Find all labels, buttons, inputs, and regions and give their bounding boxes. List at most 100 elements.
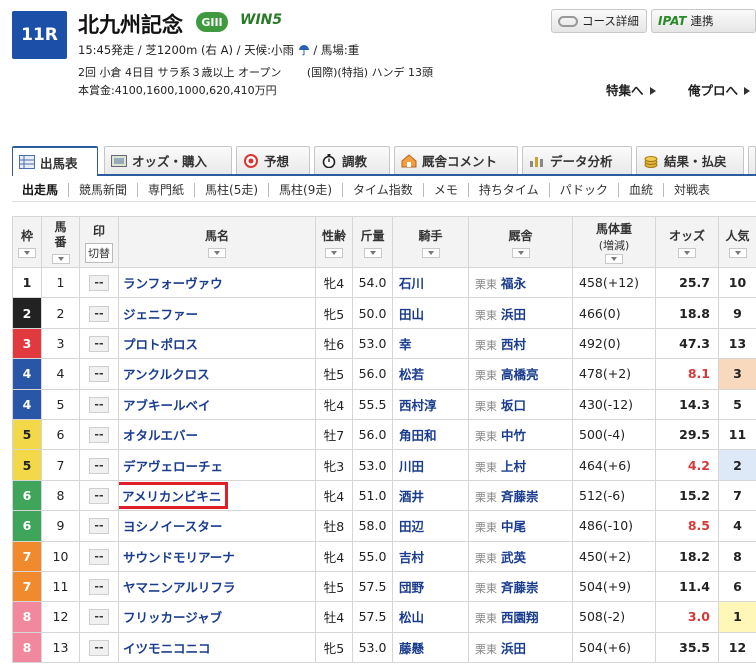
mark-select-button[interactable]: -- [89,639,109,656]
header-jockey[interactable]: 騎手 [392,216,469,268]
jockey-link[interactable]: 酒井 [392,479,469,512]
mark-select-button[interactable]: -- [89,366,109,383]
jockey-link[interactable]: 石川 [392,266,469,299]
jockey-link[interactable]: 田山 [392,297,469,329]
subtab-shusso[interactable]: 出走馬 [12,182,70,197]
trainer-link[interactable]: 中竹 [501,428,526,443]
subtab-time-index[interactable]: タイム指数 [343,182,424,197]
tab-data[interactable]: データ分析 [522,146,632,174]
jockey-link[interactable]: 角田和 [392,418,469,451]
horse-name-link[interactable]: デアヴェローチェ [118,449,316,481]
subtab-taisen[interactable]: 対戦表 [664,183,720,197]
horse-name-link[interactable]: ランフォーヴァウ [118,266,316,299]
course-detail-button[interactable]: コース詳細 [551,9,647,33]
trainer-link[interactable]: 上村 [501,459,526,474]
tab-shutsuba[interactable]: 出馬表 [12,146,98,176]
tab-comment[interactable]: 厩舎コメント [394,146,518,174]
horse-name-link[interactable]: ヨシノイースター [118,510,316,542]
sort-icon[interactable] [51,254,70,264]
horse-name-link[interactable]: ヤマニンアルリフラ [118,570,316,603]
subtab-paddock[interactable]: パドック [550,182,619,197]
jockey-link[interactable]: 吉村 [392,540,469,572]
mark-select-button[interactable]: -- [89,609,109,626]
trainer-link[interactable]: 西園翔 [501,610,539,625]
mark-select-button[interactable]: -- [89,548,109,565]
sort-icon[interactable] [325,247,343,258]
mark-select-button[interactable]: -- [89,427,109,444]
sort-icon[interactable] [728,247,747,258]
header-trainer[interactable]: 厩舎 [468,216,573,268]
horse-name-link[interactable]: アブキールベイ [118,388,316,420]
tab-more[interactable] [748,146,756,174]
mark-toggle-button[interactable]: 切替 [85,242,113,263]
jockey-link[interactable]: 西村淳 [392,388,469,420]
header-waku[interactable]: 枠 [12,216,42,268]
trainer-link[interactable]: 福永 [501,276,526,291]
subtab-mochi-time[interactable]: 持ちタイム [469,182,550,197]
jockey-link[interactable]: 藤懸 [392,631,469,664]
mark-select-button[interactable]: -- [89,305,109,322]
trainer-link[interactable]: 浜田 [501,641,526,656]
header-popularity[interactable]: 人気 [718,216,756,268]
trainer-area: 栗東 [475,490,497,504]
jockey-link[interactable]: 松山 [392,601,469,633]
tab-result[interactable]: 結果・払戻 [636,146,744,174]
mark-select-button[interactable]: -- [89,396,109,413]
horse-name-link[interactable]: アンクルクロス [118,358,316,390]
feature-link[interactable]: 特集へ [606,80,656,99]
horse-name-link[interactable]: サウンドモリアーナ [118,540,316,572]
jockey-link[interactable]: 幸 [392,327,469,360]
pro-link[interactable]: 俺プロへ [688,80,751,99]
subtab-umabashira5[interactable]: 馬柱(5走) [195,182,270,197]
jockey-link[interactable]: 田辺 [392,510,469,542]
horse-name-link[interactable]: プロトポロス [118,327,316,360]
trainer-link[interactable]: 武英 [501,550,526,565]
sort-icon[interactable] [678,247,696,258]
trainer-link[interactable]: 高橋亮 [501,367,539,382]
tab-yoso[interactable]: 予想 [236,146,310,174]
mark-select-button[interactable]: -- [89,457,109,474]
horse-name-link[interactable]: オタルエバー [118,418,316,451]
horse-name-link[interactable]: ジェニファー [118,297,316,329]
win5-badge[interactable]: WIN5 [240,12,282,28]
header-kinryo[interactable]: 斤量 [352,216,393,268]
jockey-link[interactable]: 松若 [392,358,469,390]
subtab-umabashira9[interactable]: 馬柱(9走) [269,182,344,197]
sort-icon[interactable] [605,254,623,264]
sort-icon[interactable] [363,247,382,258]
tab-chokyo[interactable]: 調教 [314,146,390,174]
ipat-link-button[interactable]: IPAT 連携 [651,9,756,33]
mark-select-button[interactable]: -- [89,579,109,596]
jockey-link[interactable]: 団野 [392,570,469,603]
sort-icon[interactable] [208,247,226,258]
sort-icon[interactable] [18,247,36,258]
mark-select-button[interactable]: -- [89,518,109,535]
subtab-memo[interactable]: メモ [424,182,469,197]
header-sexage[interactable]: 性齢 [315,216,353,268]
trainer-link[interactable]: 西村 [501,337,526,352]
subtab-shinbun[interactable]: 競馬新聞 [69,182,139,197]
mark-select-button[interactable]: -- [89,335,109,352]
trainer-link[interactable]: 浜田 [501,307,526,322]
header-odds[interactable]: オッズ [655,216,719,268]
trainer-link[interactable]: 斉藤崇 [501,489,539,504]
header-name[interactable]: 馬名 [118,216,316,268]
header-weight[interactable]: 馬体重 (増減) [572,216,656,268]
horse-name-link[interactable]: イツモニコニコ [118,631,316,664]
trainer-link[interactable]: 坂口 [501,398,526,413]
sort-icon[interactable] [421,247,440,258]
header-sublabel: (増減) [598,239,630,252]
jockey-link[interactable]: 川田 [392,449,469,481]
tab-odds[interactable]: オッズ・購入 [104,146,232,174]
subtab-pedigree[interactable]: 血統 [619,182,664,197]
header-umaban[interactable]: 馬番 [41,216,80,268]
trainer-link[interactable]: 中尾 [501,519,526,534]
mark-select-button[interactable]: -- [89,275,109,292]
subtab-senmonshi[interactable]: 専門紙 [138,182,196,197]
horse-name-link[interactable]: アメリカンビキニ [118,479,316,512]
mark-select-button[interactable]: -- [89,487,109,504]
sexage-cell: 牝5 [315,297,353,329]
sort-icon[interactable] [511,247,530,258]
trainer-link[interactable]: 斉藤崇 [501,580,539,595]
horse-name-link[interactable]: フリッカージャブ [118,601,316,633]
